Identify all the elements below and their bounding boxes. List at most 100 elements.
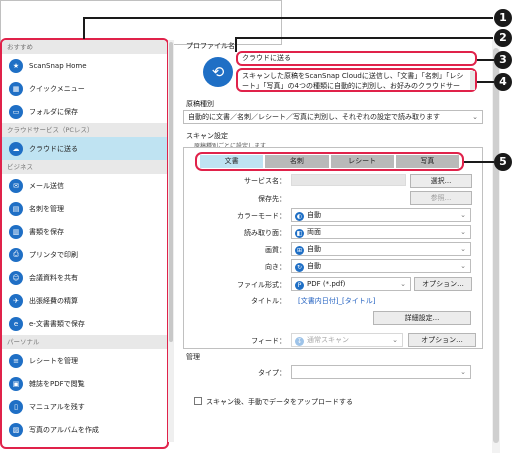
callout-line-5 (464, 161, 494, 163)
detect-label: 原稿種別 (186, 100, 214, 108)
scan-sides-label: 読み取り面： (244, 229, 286, 237)
receipt-icon: ≡ (9, 353, 23, 368)
sidebar-item-expense[interactable]: ✈ 出張経費の精算 (2, 289, 167, 312)
duplex-icon: ◧ (295, 229, 304, 238)
pdf-icon: P (295, 281, 304, 290)
sidebar-item-label: 写真のアルバムを作成 (29, 425, 99, 434)
scansnap-home-icon: ★ (9, 58, 23, 73)
feed-select[interactable]: ↧ 通常スキャン ⌄ (291, 333, 403, 347)
sidebar-item-receipt[interactable]: ≡ レシートを管理 (2, 349, 167, 372)
section-header: おすすめ (2, 40, 167, 54)
manual-icon: ▯ (9, 399, 23, 414)
sidebar-item-printer[interactable]: ⎙ プリンタで印刷 (2, 243, 167, 266)
sidebar-item-label: e-文書書類で保存 (29, 319, 85, 328)
sidebar-item-magazine[interactable]: ▣ 雑誌をPDFで閲覧 (2, 372, 167, 395)
callout-line-3 (477, 59, 494, 61)
select-service-button[interactable]: 選択... (410, 174, 472, 188)
scan-sides-value: 両面 (307, 228, 321, 236)
quick-menu-icon: ▦ (9, 81, 23, 96)
callout-line-2 (235, 37, 237, 52)
sidebar-item-label: メール送信 (29, 181, 64, 190)
sidebar-item-meeting[interactable]: ☺ 会議資料を共有 (2, 266, 167, 289)
magazine-icon: ▣ (9, 376, 23, 391)
section-header: ビジネス (2, 160, 167, 174)
profile-name-label: プロファイル名 (186, 42, 235, 50)
main-scrollbar[interactable] (492, 38, 500, 453)
sidebar-item-photo-album[interactable]: ▨ 写真のアルバムを作成 (2, 418, 167, 441)
upload-checkbox-label[interactable]: スキャン後、手動でデータをアップロードする (206, 397, 353, 407)
sidebar-item-quick-menu[interactable]: ▦ クイックメニュー (2, 77, 167, 100)
profile-name-input[interactable]: クラウドに送る (236, 51, 477, 66)
sidebar-item-cloud[interactable]: ☁ クラウドに送る (2, 137, 167, 160)
scrollbar-thumb[interactable] (169, 42, 173, 342)
color-mode-value: 自動 (307, 211, 321, 219)
format-option-button[interactable]: オプション... (414, 277, 472, 291)
sidebar-item-label: 雑誌をPDFで閲覧 (29, 379, 85, 388)
chevron-down-icon: ⌄ (460, 262, 466, 270)
callout-line-2 (235, 37, 493, 39)
sidebar-item-label: 書類を保存 (29, 227, 64, 236)
chevron-down-icon: ⌄ (460, 368, 466, 376)
color-mode-select[interactable]: ◐ 自動 ⌄ (291, 208, 471, 222)
quality-label: 画質： (265, 246, 286, 254)
quality-select[interactable]: ⊞ 自動 ⌄ (291, 242, 471, 256)
sidebar-item-label: 名刺を管理 (29, 204, 64, 213)
airplane-icon: ✈ (9, 293, 23, 308)
scan-settings-label: スキャン設定 (186, 132, 228, 140)
detail-settings-button[interactable]: 詳細設定... (373, 311, 471, 325)
scrollbar-thumb[interactable] (493, 48, 499, 443)
feed-option-button[interactable]: オプション... (408, 333, 476, 347)
sidebar-item-document[interactable]: ▥ 書類を保存 (2, 220, 167, 243)
sidebar-item-folder[interactable]: ▭ フォルダに保存 (2, 100, 167, 123)
upload-checkbox[interactable] (194, 397, 202, 405)
callout-3: 3 (494, 51, 512, 69)
tab-photo[interactable]: 写真 (395, 155, 459, 168)
detect-select[interactable]: 自動的に文書／名刺／レシート／写真に判別し、それぞれの設定で読み取ります ⌄ (183, 110, 483, 124)
profile-description[interactable]: スキャンした原稿をScanSnap Cloudに送信し、「文書」「名刺」「レシー… (236, 68, 477, 92)
cloud-send-icon[interactable]: ⟲ (203, 57, 233, 87)
description-scrollbar[interactable] (470, 71, 475, 90)
service-label: サービス名： (244, 177, 286, 185)
title-label: タイトル： (251, 297, 286, 305)
type-select[interactable]: ⌄ (291, 365, 471, 379)
chevron-down-icon: ⌄ (392, 336, 398, 344)
orientation-value: 自動 (307, 262, 321, 270)
orientation-select[interactable]: ↻ 自動 ⌄ (291, 259, 471, 273)
callout-line-1 (83, 17, 493, 19)
title-value-link[interactable]: [文書内日付]_[タイトル] (298, 296, 375, 306)
type-label: タイプ： (258, 369, 286, 377)
quality-icon: ⊞ (295, 246, 304, 255)
sidebar-item-label: 出張経費の精算 (29, 296, 78, 305)
file-format-select[interactable]: P PDF (*.pdf) ⌄ (291, 277, 411, 291)
file-format-value: PDF (*.pdf) (307, 280, 346, 288)
tab-business-card[interactable]: 名刺 (265, 155, 329, 168)
chevron-down-icon: ⌄ (400, 280, 406, 288)
sidebar-item-mail[interactable]: ✉ メール送信 (2, 174, 167, 197)
tab-receipt[interactable]: レシート (330, 155, 394, 168)
sidebar-item-label: 会議資料を共有 (29, 273, 78, 282)
sidebar-scrollbar[interactable] (168, 40, 174, 442)
sidebar-item-manual[interactable]: ▯ マニュアルを残す (2, 395, 167, 418)
sidebar-item-label: マニュアルを残す (29, 402, 85, 411)
sidebar-item-label: プリンタで印刷 (29, 250, 78, 259)
scan-sides-select[interactable]: ◧ 両面 ⌄ (291, 225, 471, 239)
feed-value: 通常スキャン (307, 336, 349, 344)
sidebar-item-scansnap-home[interactable]: ★ ScanSnap Home (2, 54, 167, 77)
sidebar-item-business-card[interactable]: ▤ 名刺を管理 (2, 197, 167, 220)
document-type-tabs: 文書 名刺 レシート 写真 (195, 152, 464, 171)
detect-value: 自動的に文書／名刺／レシート／写真に判別し、それぞれの設定で読み取ります (188, 113, 440, 121)
profile-sidebar: おすすめ ★ ScanSnap Home ▦ クイックメニュー ▭ フォルダに保存 ク… (0, 38, 169, 449)
callout-line-4 (477, 81, 494, 83)
sidebar-item-label: ScanSnap Home (29, 61, 87, 70)
sidebar-item-label: クラウドに送る (29, 144, 78, 153)
browse-button[interactable]: 参照... (410, 191, 472, 205)
file-format-label: ファイル形式： (237, 281, 286, 289)
service-field[interactable] (291, 174, 406, 186)
color-icon: ◐ (295, 212, 304, 221)
sidebar-item-label: レシートを管理 (29, 356, 78, 365)
sidebar-item-e-document[interactable]: e e-文書書類で保存 (2, 312, 167, 335)
tab-document[interactable]: 文書 (200, 155, 264, 168)
printer-icon: ⎙ (9, 247, 23, 262)
chevron-down-icon: ⌄ (460, 228, 466, 236)
business-card-icon: ▤ (9, 201, 23, 216)
